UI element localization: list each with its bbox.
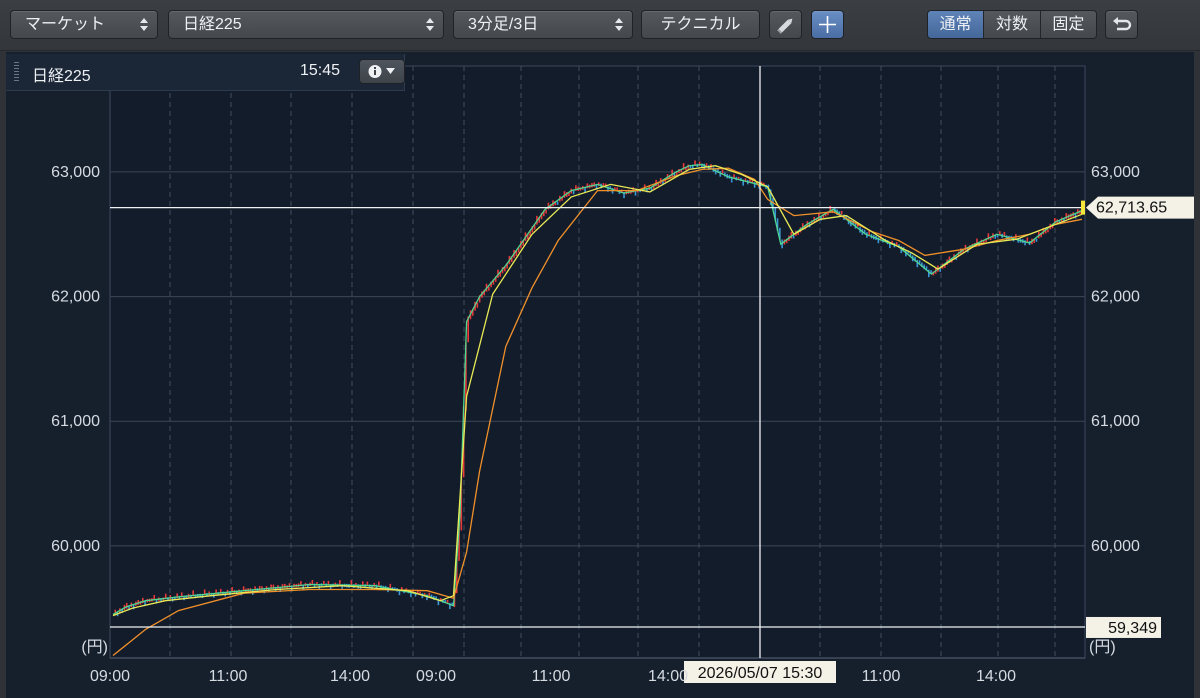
- info-menu-button[interactable]: [359, 59, 405, 84]
- x-tick-label: 11:00: [209, 668, 248, 685]
- y-tick-label-left: 62,000: [51, 289, 100, 306]
- symbol-info-box: 日経225 15:45: [6, 54, 405, 91]
- drag-grip-icon[interactable]: [14, 62, 19, 82]
- x-tick-label: 09:00: [90, 668, 130, 685]
- plot-background: [109, 65, 1086, 659]
- y-tick-label-left: 60,000: [51, 538, 100, 555]
- current-price-label: 62,713.65: [1096, 200, 1167, 217]
- y-tick-label-right: 62,000: [1091, 289, 1140, 306]
- y-tick-label-right: 60,000: [1091, 538, 1140, 555]
- y-tick-label-right: 63,000: [1091, 164, 1140, 181]
- price-chart[interactable]: 62,713.65 59,349 2026/05/07 15:30 63,000 63…: [0, 0, 1200, 698]
- x-tick-label: 14:00: [648, 668, 688, 685]
- info-icon: [368, 65, 395, 78]
- y-unit-label-right: (円): [1089, 639, 1116, 656]
- info-time: 15:45: [300, 62, 341, 79]
- x-tick-label: 09:00: [416, 668, 456, 685]
- x-tick-label: 14:00: [330, 668, 370, 685]
- x-tick-label: 14:00: [976, 668, 1016, 685]
- dropdown-icon: [386, 68, 395, 74]
- y-tick-label-left: 61,000: [51, 413, 100, 430]
- crosshair-time-label: 2026/05/07 15:30: [698, 665, 823, 682]
- x-tick-label: 11:00: [862, 668, 901, 685]
- y-tick-label-left: 63,000: [51, 164, 100, 181]
- y-tick-label-right: 61,000: [1091, 413, 1140, 430]
- info-symbol-name: 日経225: [32, 68, 91, 85]
- low-price-label: 59,349: [1108, 620, 1157, 637]
- x-tick-label: 11:00: [532, 668, 571, 685]
- y-unit-label-left: (円): [81, 639, 108, 656]
- chart-grid: [109, 65, 1086, 659]
- last-price-marker: [1081, 200, 1085, 215]
